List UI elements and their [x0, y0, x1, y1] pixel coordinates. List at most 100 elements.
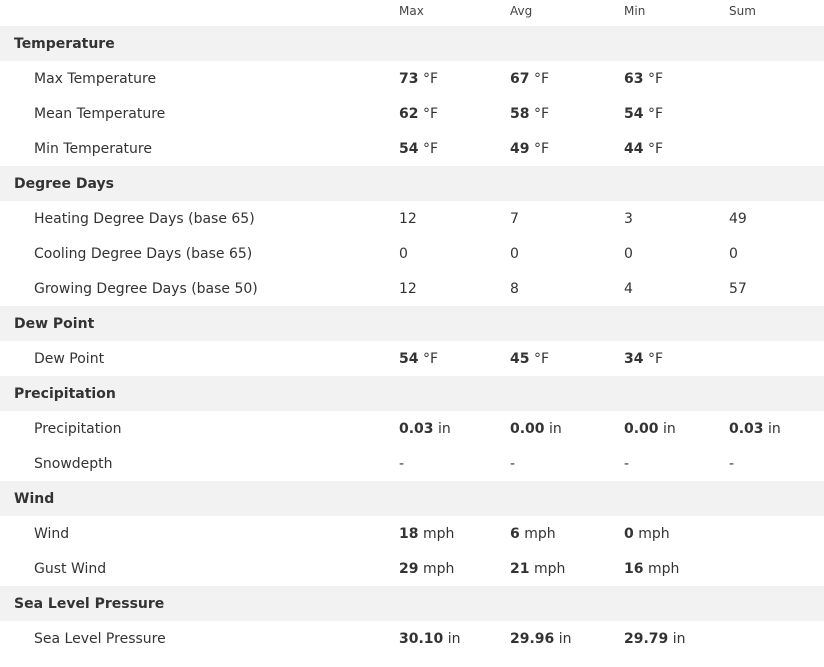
cell-value: 54 [399, 351, 419, 367]
cell-value: 62 [399, 106, 419, 122]
row-label: Cooling Degree Days (base 65) [34, 246, 253, 262]
cell-max: 62 °F [399, 106, 438, 122]
cell-unit: °F [647, 351, 663, 367]
row-label: Dew Point [34, 351, 105, 367]
cell-sum: 57 [729, 281, 747, 297]
cell-value: 29.96 [510, 631, 555, 647]
cell-min: 0.00 in [624, 421, 676, 437]
cell-sum: 49 [729, 211, 747, 227]
cell-value: 0 [510, 246, 519, 262]
cell-value: 45 [510, 351, 530, 367]
cell-max: 54 °F [399, 141, 438, 157]
table-body: Temperature Max Temperature 73 °F 6 7 °F 63 °… [0, 26, 824, 656]
table-row: Gust Wind 29 mph 21 mph 16 mph [0, 551, 824, 586]
row-label: Sea Level Pressure [34, 631, 166, 647]
cell-value: 12 [399, 211, 417, 227]
cell-unit: °F [422, 106, 438, 122]
cell-value: - [729, 456, 735, 472]
cell-value: 29.79 [624, 631, 669, 647]
cell-sum: 0 [729, 246, 738, 262]
cell-max: 29 mph [399, 561, 454, 577]
cell-value: 0 [729, 246, 738, 262]
section-title: Precipitation [14, 386, 116, 402]
row-label: Growing Degree Days (base 50) [34, 281, 258, 297]
cell-unit: in [549, 421, 562, 437]
column-header-avg: Avg [510, 4, 533, 18]
cell-unit: mph [422, 561, 455, 577]
cell-max: 0.03 in [399, 421, 451, 437]
cell-avg: 0 [510, 246, 519, 262]
section-title: Sea Level Pressure [14, 596, 165, 612]
cell-value: - [624, 456, 630, 472]
cell-unit: °F [533, 141, 549, 157]
cell-min: 16 mph [624, 561, 679, 577]
cell-value: 0 [624, 526, 634, 542]
cell-unit: mph [533, 561, 566, 577]
cell-min: 54 °F [624, 106, 663, 122]
cell-max: 30.10 in [399, 631, 461, 647]
cell-max: 73 °F [399, 71, 438, 87]
table-row: Wind 18 mph 6 mph 0 mph [0, 516, 824, 551]
row-label: Gust Wind [34, 561, 107, 577]
cell-value: 0.03 [399, 421, 434, 437]
cell-max: 12 [399, 211, 417, 227]
cell-value: 49 [510, 141, 530, 157]
cell-avg: 29.96 in [510, 631, 572, 647]
cell-avg: 0.00 in [510, 421, 562, 437]
section-header: Temperature [0, 26, 824, 61]
row-label: Wind [34, 526, 70, 542]
column-header-max: Max [399, 4, 424, 18]
cell-value: 21 [510, 561, 530, 577]
row-label: Max Temperature [34, 71, 157, 87]
cell-sum: 0.03 in [729, 421, 781, 437]
cell-value: 0.00 [510, 421, 545, 437]
cell-value: 4 [624, 281, 633, 297]
cell-unit: mph [422, 526, 455, 542]
row-label: Precipitation [34, 421, 122, 437]
cell-unit: in [558, 631, 572, 647]
cell-min: 44 °F [624, 141, 663, 157]
cell-avg: 58 °F [510, 106, 549, 122]
cell-value: 54 [399, 141, 419, 157]
section-title: Degree Days [14, 176, 115, 192]
cell-unit: mph [647, 561, 680, 577]
cell-value: 0 [624, 246, 633, 262]
cell-unit: °F [422, 141, 438, 157]
cell-value: 12 [399, 281, 417, 297]
table-header-row: Max Avg Min Sum [0, 0, 824, 26]
table-row: Heating Degree Days (base 65) 12 7 3 49 [0, 201, 824, 236]
cell-unit: mph [638, 526, 670, 542]
table-row: Growing Degree Days (base 50) 12 8 4 57 [0, 271, 824, 306]
table-row: Snowdepth - - - - [0, 446, 824, 481]
cell-avg: - [510, 456, 515, 472]
cell-min: 0 mph [624, 526, 670, 542]
cell-avg: 49 °F [510, 141, 549, 157]
cell-max: - [399, 456, 404, 472]
cell-value: 6 [510, 526, 520, 542]
column-header-min: Min [624, 4, 646, 18]
cell-avg: 8 [510, 281, 519, 297]
cell-unit: mph [524, 526, 556, 542]
row-label: Min Temperature [34, 141, 152, 157]
section-title: Dew Point [14, 316, 95, 332]
cell-value: 49 [729, 211, 747, 227]
cell-value: - [510, 456, 516, 472]
section-header: Sea Level Pressure [0, 586, 824, 621]
cell-value: 63 [624, 71, 644, 87]
cell-unit: °F [422, 351, 438, 367]
cell-min: 29.79 in [624, 631, 686, 647]
row-label: Mean Temperature [34, 106, 166, 122]
section-header: Wind [0, 481, 824, 516]
section-header: Precipitation [0, 376, 824, 411]
weather-history-table: Max Avg Min Sum Temperature Max Temperatu… [0, 0, 824, 656]
cell-unit: °F [533, 71, 549, 87]
table-row: Mean Temperature 62 °F 58 °F 54 °F [0, 96, 824, 131]
cell-min: 0 [624, 246, 633, 262]
cell-avg: 6 mph [510, 526, 556, 542]
cell-value: 7 [510, 211, 519, 227]
cell-min: - [624, 456, 629, 472]
cell-unit: in [447, 631, 461, 647]
cell-min: 3 [624, 211, 633, 227]
cell-min: 4 [624, 281, 633, 297]
cell-unit: in [438, 421, 451, 437]
